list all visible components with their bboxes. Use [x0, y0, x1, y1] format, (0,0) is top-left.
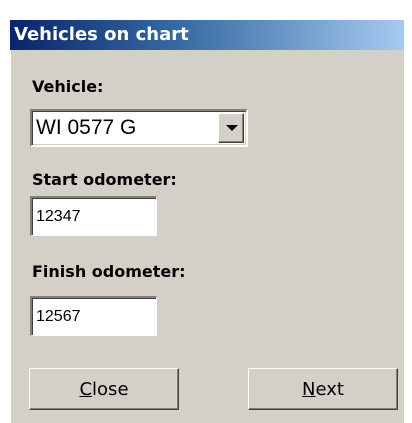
next-button[interactable]: Next	[248, 368, 398, 410]
close-mnemonic: C	[79, 379, 93, 400]
finish-odometer-value: 12567	[36, 308, 81, 325]
close-button-label: Close	[30, 379, 178, 400]
next-mnemonic: N	[302, 379, 316, 400]
title-bar[interactable]: Vehicles on chart	[10, 20, 404, 50]
vehicle-dropdown-button[interactable]	[218, 113, 244, 143]
dialog-title: Vehicles on chart	[14, 24, 189, 45]
close-label-rest: lose	[92, 379, 129, 400]
vehicle-select[interactable]: WI 0577 G	[30, 109, 248, 147]
close-button[interactable]: Close	[29, 368, 179, 410]
start-odometer-value: 12347	[36, 208, 81, 225]
start-odometer-label: Start odometer:	[32, 170, 177, 189]
chevron-down-icon	[226, 125, 238, 131]
vehicle-label: Vehicle:	[32, 77, 104, 96]
finish-odometer-input[interactable]: 12567	[30, 296, 157, 336]
start-odometer-input[interactable]: 12347	[30, 196, 157, 236]
vehicles-dialog: Vehicles on chart Vehicle: WI 0577 G Sta…	[0, 0, 412, 423]
next-label-rest: ext	[315, 379, 344, 400]
finish-odometer-label: Finish odometer:	[32, 262, 186, 281]
vehicle-select-value: WI 0577 G	[36, 116, 137, 139]
next-button-label: Next	[249, 379, 397, 400]
